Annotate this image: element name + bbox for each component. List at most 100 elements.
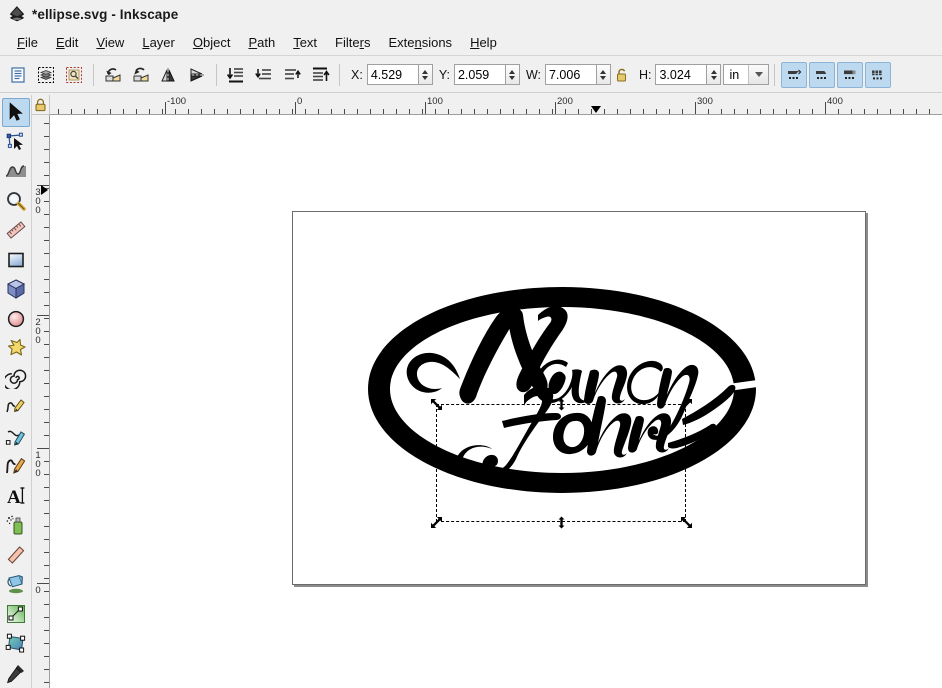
w-spin-arrows[interactable] — [596, 64, 611, 85]
y-spinbox[interactable] — [453, 64, 520, 85]
tool-spiral[interactable] — [2, 364, 30, 393]
flip-horizontal-button[interactable] — [156, 62, 182, 88]
menu-help[interactable]: Help — [461, 32, 506, 53]
pen-icon — [5, 430, 25, 446]
affect-gradients-button[interactable] — [837, 61, 864, 88]
letter-a-icon: A — [7, 487, 24, 507]
lower-to-bottom-button[interactable] — [223, 62, 249, 88]
tool-dropper[interactable] — [2, 659, 30, 688]
tool-measure[interactable] — [2, 216, 30, 245]
selection-handle-n[interactable] — [555, 398, 568, 411]
menu-filters[interactable]: Filters — [326, 32, 379, 53]
x-label: X: — [351, 67, 363, 82]
drawing-canvas[interactable] — [50, 115, 942, 688]
affect-stroke-width-button[interactable] — [781, 61, 808, 88]
tool-node-editor[interactable] — [2, 128, 30, 157]
selection-handle-ne[interactable] — [680, 398, 693, 411]
tool-zoom[interactable] — [2, 187, 30, 216]
mouse-position-marker-h — [591, 106, 601, 113]
eyedropper-icon — [6, 664, 24, 683]
tool-bezier[interactable] — [2, 423, 30, 452]
affect-patterns-button[interactable] — [865, 61, 892, 88]
selection-handle-sw[interactable] — [430, 516, 443, 529]
menu-extensions[interactable]: Extensions — [379, 32, 461, 53]
selection-handle-w[interactable] — [430, 457, 443, 470]
h-spin-arrows[interactable] — [707, 64, 722, 85]
guide-lock-button[interactable] — [32, 95, 50, 115]
menu-layer-rest: ayer — [149, 35, 175, 50]
rotate-90-ccw-icon — [105, 67, 121, 81]
tool-mesh-gradient[interactable] — [2, 629, 30, 658]
tool-spray[interactable] — [2, 511, 30, 540]
command-toolbar: X: Y: W: H: — [0, 57, 942, 93]
pencil-icon — [5, 399, 25, 413]
y-input[interactable] — [453, 64, 506, 85]
tool-pencil[interactable] — [2, 393, 30, 422]
rotate-cw-button[interactable] — [128, 62, 154, 88]
menu-view[interactable]: View — [87, 32, 133, 53]
star-icon — [7, 339, 26, 356]
x-spin-arrows[interactable] — [418, 64, 433, 85]
toolbar-separator-3 — [339, 63, 340, 86]
circle-icon — [7, 310, 24, 327]
tool-text[interactable]: A — [2, 482, 30, 511]
height-input[interactable] — [655, 64, 708, 85]
raise-button[interactable] — [279, 62, 305, 88]
tool-ellipse[interactable] — [2, 305, 30, 334]
lower-button[interactable] — [251, 62, 277, 88]
ruler-label-h: 0 — [297, 96, 303, 107]
horizontal-ruler[interactable]: 400 300 200 100 0 -100 — [50, 95, 942, 115]
x-input[interactable] — [366, 64, 419, 85]
tool-eraser[interactable] — [2, 541, 30, 570]
h-label: H: — [638, 67, 652, 82]
select-all-button[interactable] — [5, 62, 31, 88]
flip-vertical-button[interactable] — [184, 62, 210, 88]
menu-edit-rest: dit — [64, 35, 79, 50]
cube-icon — [6, 279, 25, 300]
selection-handle-s[interactable] — [555, 516, 568, 529]
raise-to-top-button[interactable] — [307, 62, 333, 88]
deselect-icon — [66, 66, 82, 83]
eraser-icon — [7, 546, 24, 564]
menu-object[interactable]: Object — [184, 32, 240, 53]
tool-3dbox[interactable] — [2, 275, 30, 304]
menu-edit[interactable]: Edit — [47, 32, 87, 53]
vertical-ruler[interactable]: 0 100 200 300 — [32, 115, 50, 688]
nancy-john-monogram[interactable] — [352, 271, 772, 511]
tool-tweak[interactable] — [2, 157, 30, 186]
paint-bucket-icon — [6, 575, 23, 594]
svg-text:A: A — [7, 487, 21, 507]
tool-gradient[interactable] — [2, 600, 30, 629]
tool-selector[interactable] — [1, 98, 30, 127]
y-spin-arrows[interactable] — [505, 64, 520, 85]
tool-rectangle[interactable] — [2, 246, 30, 275]
selection-handle-nw[interactable] — [430, 398, 443, 411]
w-spinbox[interactable] — [544, 64, 611, 85]
mouse-position-marker-v — [41, 185, 48, 195]
flip-horizontal-icon — [161, 67, 175, 82]
width-input[interactable] — [544, 64, 597, 85]
menu-path[interactable]: Path — [239, 32, 284, 53]
x-spinbox[interactable] — [366, 64, 433, 85]
menu-help-rest: elp — [479, 35, 497, 50]
selection-handle-se[interactable] — [680, 516, 693, 529]
tool-paint-bucket[interactable] — [2, 570, 30, 599]
unit-dropdown-button[interactable] — [748, 65, 769, 84]
selection-handle-e[interactable] — [680, 457, 693, 470]
menu-text[interactable]: Text — [284, 32, 326, 53]
affect-rounded-corners-button[interactable] — [809, 61, 836, 88]
tool-star[interactable] — [2, 334, 30, 363]
menu-layer[interactable]: Layer — [133, 32, 184, 53]
ruler-label-h: 400 — [827, 96, 843, 107]
menu-file[interactable]: File — [8, 32, 47, 53]
rotate-ccw-button[interactable] — [100, 62, 126, 88]
select-all-layers-button[interactable] — [33, 62, 59, 88]
unit-select[interactable]: in — [723, 64, 770, 85]
raise-icon — [285, 68, 301, 79]
deselect-button[interactable] — [61, 62, 87, 88]
gradient-icon — [6, 604, 25, 623]
ruler-label-h: 300 — [697, 96, 713, 107]
tool-calligraphy[interactable] — [2, 452, 30, 481]
h-spinbox[interactable] — [655, 64, 722, 85]
lock-aspect-ratio-button[interactable] — [612, 62, 632, 88]
